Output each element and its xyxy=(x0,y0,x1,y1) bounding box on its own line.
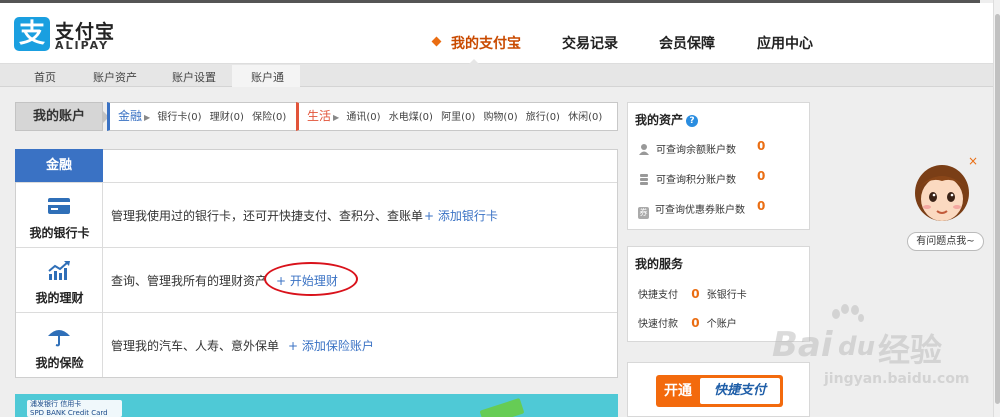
add-insurance-link[interactable]: + 添加保险账户 xyxy=(288,337,374,354)
banner-logo-text: 浦发银行 信用卡 xyxy=(30,400,82,408)
wealth-desc: 查询、管理我所有的理财资产 xyxy=(111,274,268,288)
my-services-title: 我的服务 xyxy=(635,257,684,271)
insurance-name: 我的保险 xyxy=(35,356,84,370)
brand-name-en: ALIPAY xyxy=(55,39,110,52)
nav-member-protection[interactable]: 会员保障 xyxy=(659,33,715,53)
open-button-left: 开通 xyxy=(664,383,692,399)
nav-my-alipay[interactable]: 我的支付宝 xyxy=(451,33,521,53)
subnav-account-link[interactable]: 账户通 xyxy=(251,69,284,85)
open-quickpay-button[interactable]: 开通 快捷支付 xyxy=(656,375,783,407)
voucher-icon: 券 xyxy=(638,207,649,219)
asset-balance-label: 可查询余额账户数 xyxy=(656,145,736,156)
life-group-title[interactable]: 生活 xyxy=(307,109,331,123)
my-assets-panel: 我的资产? 可查询余额账户数 0 可查询积分账户数 0 券可查询优惠券账户数 0 xyxy=(627,102,810,230)
finance-bankcard-link[interactable]: 银行卡(0) xyxy=(157,112,201,123)
fastpay-count[interactable]: 0 xyxy=(691,316,699,330)
assistant-avatar-icon[interactable] xyxy=(913,163,971,225)
finance-group: 金融 ▶ 银行卡(0) 理财(0) 保险(0) xyxy=(107,102,305,131)
asset-row-coupons: 券可查询优惠券账户数 xyxy=(638,201,745,219)
asset-coupons-label: 可查询优惠券账户数 xyxy=(655,205,745,216)
my-account-label: 我的账户 xyxy=(15,102,103,131)
asset-coupons-count[interactable]: 0 xyxy=(757,199,765,213)
bankcard-desc: 管理我使用过的银行卡，还可开快捷支付、查积分、查账单 xyxy=(111,209,424,223)
bankcard-icon-cell[interactable]: 我的银行卡 xyxy=(16,183,103,247)
watermark-paw: du xyxy=(838,332,876,362)
caret-right-icon: ▶ xyxy=(144,113,151,122)
help-icon[interactable]: ? xyxy=(686,115,699,127)
watermark-brand: Bai xyxy=(772,325,833,365)
watermark-cn: 经验 xyxy=(878,331,943,369)
open-quickpay-panel: 开通 快捷支付 xyxy=(627,362,810,417)
subnav-account-assets[interactable]: 账户资产 xyxy=(93,69,137,85)
coins-icon xyxy=(640,174,648,185)
nav-transactions[interactable]: 交易记录 xyxy=(562,33,618,53)
scrollbar-thumb[interactable] xyxy=(995,14,1000,404)
watermark-url: jingyan.baidu.com xyxy=(824,371,970,387)
helper-bubble[interactable]: 有问题点我~ xyxy=(907,232,984,251)
life-ali-link[interactable]: 阿里(0) xyxy=(441,112,475,123)
insurance-desc: 管理我的汽车、人寿、意外保单 xyxy=(111,339,280,353)
account-bar: 我的账户 金融 ▶ 银行卡(0) 理财(0) 保险(0) 生活 ▶ 通讯(0) 水电… xyxy=(15,102,618,131)
insurance-icon-cell[interactable]: 我的保险 xyxy=(16,313,103,377)
person-icon xyxy=(639,144,649,155)
fastpay-label: 快速付款 xyxy=(638,319,678,330)
asset-row-points: 可查询积分账户数 xyxy=(638,171,736,186)
asset-balance-count[interactable]: 0 xyxy=(757,139,765,153)
bankcard-name: 我的银行卡 xyxy=(29,226,90,240)
subnav-home[interactable]: 首页 xyxy=(34,69,56,85)
fastpay-unit: 个账户 xyxy=(706,319,737,330)
promo-banner[interactable]: 浦发银行 信用卡 SPD BANK Credit Card xyxy=(15,394,618,417)
banner-logo-text-en: SPD BANK Credit Card xyxy=(30,409,108,417)
service-row-fastpay: 快速付款 0 个账户 xyxy=(638,315,737,330)
umbrella-icon xyxy=(48,330,70,347)
subnav-account-settings[interactable]: 账户设置 xyxy=(172,69,216,85)
wealth-icon-cell[interactable]: 我的理财 xyxy=(16,248,103,312)
page-scrollbar[interactable] xyxy=(993,0,1000,417)
finance-wealth-link[interactable]: 理财(0) xyxy=(210,112,244,123)
life-group: 生活 ▶ 通讯(0) 水电煤(0) 阿里(0) 购物(0) 旅行(0) 休闲(0) xyxy=(296,102,618,131)
life-utilities-link[interactable]: 水电煤(0) xyxy=(389,112,433,123)
annotation-circle xyxy=(264,262,358,296)
asset-row-balance: 可查询余额账户数 xyxy=(638,141,736,156)
quickpay-unit: 张银行卡 xyxy=(706,290,747,301)
alipay-logo-icon[interactable]: 支 xyxy=(14,17,50,51)
chart-icon xyxy=(48,261,70,280)
bank-card-icon xyxy=(48,198,70,214)
my-assets-title: 我的资产? xyxy=(635,111,699,128)
life-telecom-link[interactable]: 通讯(0) xyxy=(346,112,380,123)
wealth-name: 我的理财 xyxy=(35,291,84,305)
spd-bank-logo: 浦发银行 信用卡 SPD BANK Credit Card xyxy=(27,400,122,417)
finance-row-insurance: 我的保险 管理我的汽车、人寿、意外保单 + 添加保险账户 xyxy=(16,312,617,377)
site-header: 支 支付宝 ALIPAY 我的支付宝 交易记录 会员保障 应用中心 xyxy=(0,3,993,67)
quickpay-label: 快捷支付 xyxy=(638,290,678,301)
add-bankcard-link[interactable]: + 添加银行卡 xyxy=(424,207,498,224)
open-button-right: 快捷支付 xyxy=(700,378,780,404)
caret-right-icon: ▶ xyxy=(333,113,340,122)
asset-points-count[interactable]: 0 xyxy=(757,169,765,183)
service-row-quickpay: 快捷支付 0 张银行卡 xyxy=(638,286,747,301)
sub-nav: 首页 账户资产 账户设置 账户通 xyxy=(0,64,993,87)
finance-group-title[interactable]: 金融 xyxy=(118,109,142,123)
finance-row-bankcard: 我的银行卡 管理我使用过的银行卡，还可开快捷支付、查积分、查账单 + 添加银行卡 xyxy=(16,182,617,247)
finance-tab[interactable]: 金融 xyxy=(15,149,103,182)
my-assets-title-text: 我的资产 xyxy=(635,113,684,127)
nav-app-center[interactable]: 应用中心 xyxy=(757,33,813,53)
quickpay-count[interactable]: 0 xyxy=(691,287,699,301)
credit-card-graphic xyxy=(479,397,525,417)
life-shopping-link[interactable]: 购物(0) xyxy=(483,112,517,123)
finance-insurance-link[interactable]: 保险(0) xyxy=(252,112,286,123)
life-leisure-link[interactable]: 休闲(0) xyxy=(568,112,602,123)
life-travel-link[interactable]: 旅行(0) xyxy=(526,112,560,123)
active-diamond-icon xyxy=(431,36,442,47)
asset-points-label: 可查询积分账户数 xyxy=(656,175,736,186)
